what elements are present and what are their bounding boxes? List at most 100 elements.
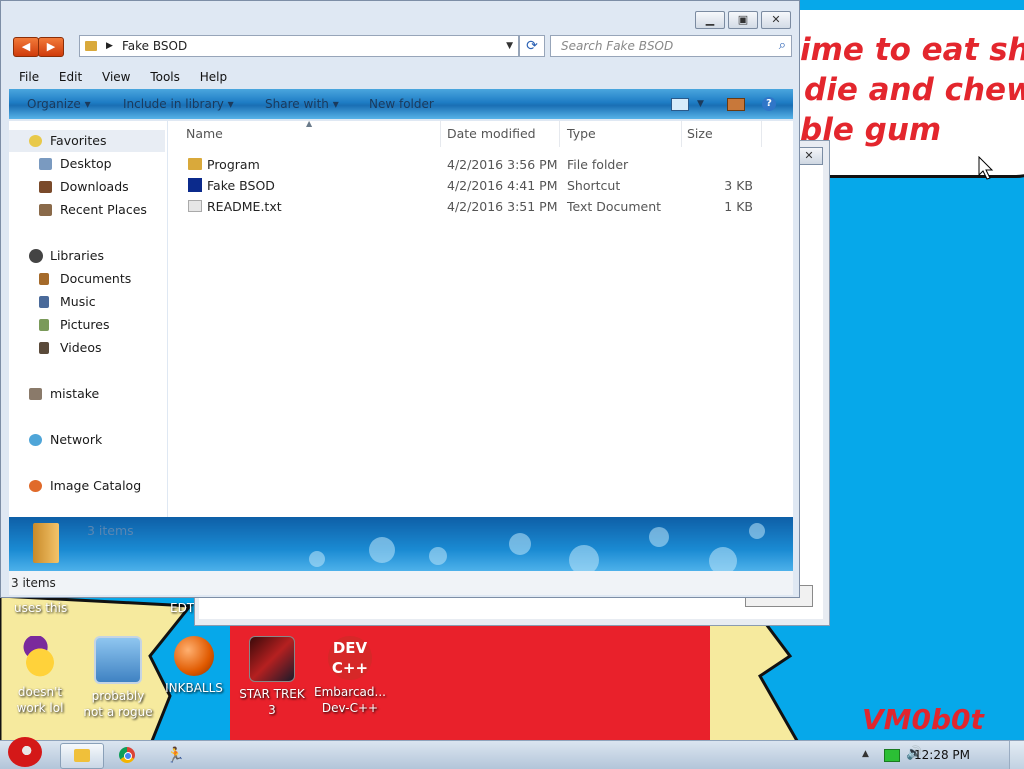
star-trek-game-icon	[249, 636, 295, 682]
downloads-icon	[39, 181, 52, 193]
include-in-library-button[interactable]: Include in library ▾	[123, 89, 234, 119]
explorer-icon	[74, 749, 90, 762]
recent-places-icon	[39, 204, 52, 216]
speech-line-3: ble gum	[800, 112, 942, 148]
nav-recent-places[interactable]: Recent Places	[9, 199, 165, 221]
address-text: Fake BSOD	[122, 39, 188, 53]
column-header-name[interactable]: Name	[186, 121, 441, 147]
network-icon	[29, 434, 42, 446]
clock[interactable]: 12:28 PM	[914, 741, 970, 769]
address-dropdown-icon[interactable]: ▼	[506, 36, 513, 56]
column-header-type[interactable]: Type	[567, 121, 682, 147]
nav-label: Favorites	[50, 133, 107, 148]
desktop-icon-devcpp[interactable]: DEV C++ Embarcad... Dev-C++	[310, 636, 390, 716]
new-folder-button[interactable]: New folder	[369, 89, 434, 119]
address-bar[interactable]: ▶ Fake BSOD ▼	[79, 35, 519, 57]
column-header-date[interactable]: Date modified	[447, 121, 560, 147]
start-button[interactable]	[2, 737, 50, 767]
nav-image-catalog[interactable]: Image Catalog	[9, 475, 165, 497]
image-catalog-icon	[29, 480, 42, 492]
close-button[interactable]: ✕	[761, 11, 791, 29]
nav-label: Image Catalog	[50, 478, 142, 493]
file-date: 4/2/2016 4:41 PM	[447, 178, 558, 193]
nav-label: Recent Places	[60, 202, 147, 217]
network-tray-icon[interactable]	[884, 749, 900, 762]
taskbar-chrome-button[interactable]	[110, 743, 144, 767]
refresh-icon: ⟳	[526, 38, 538, 54]
folder-large-icon	[33, 523, 59, 563]
speech-line-1: ime to eat shit	[800, 32, 1024, 68]
icon-label: work lol	[16, 701, 64, 715]
nav-mistake[interactable]: mistake	[9, 383, 165, 405]
file-type: Shortcut	[567, 178, 621, 193]
column-header-size[interactable]: Size	[687, 121, 762, 147]
yahoo-icon	[18, 636, 62, 680]
dev-cpp-icon: DEV C++	[328, 636, 372, 680]
icon-label: INKBALLS	[165, 681, 223, 695]
mouse-cursor-icon	[978, 156, 994, 180]
search-icon[interactable]: ⌕	[779, 36, 786, 56]
view-options-icon[interactable]	[671, 98, 689, 111]
minimize-button[interactable]: ▁	[695, 11, 725, 29]
taskbar-explorer-button[interactable]	[60, 743, 104, 769]
nav-desktop[interactable]: Desktop	[9, 153, 165, 175]
taskbar: 🏃 ▲ 🔊 12:28 PM	[0, 737, 1024, 769]
file-row-readme[interactable]: README.txt 4/2/2016 3:51 PM Text Documen…	[168, 196, 788, 217]
file-name: Fake BSOD	[207, 178, 275, 193]
running-man-icon: 🏃	[166, 746, 185, 764]
nav-music[interactable]: Music	[9, 291, 165, 313]
taskbar-app-button[interactable]: 🏃	[152, 743, 196, 767]
show-desktop-button[interactable]	[1009, 741, 1024, 769]
forward-button[interactable]: ▶	[38, 37, 64, 57]
music-icon	[39, 296, 49, 308]
nav-label: mistake	[50, 386, 100, 401]
menu-edit[interactable]: Edit	[59, 70, 82, 84]
nav-videos[interactable]: Videos	[9, 337, 165, 359]
shortcut-icon	[188, 178, 202, 192]
share-with-button[interactable]: Share with ▾	[265, 89, 339, 119]
pictures-icon	[39, 319, 49, 331]
command-bar: Organize ▾ Include in library ▾ Share wi…	[9, 89, 793, 119]
maximize-button[interactable]: ▣	[728, 11, 758, 29]
desktop-icon-inkballs[interactable]: INKBALLS	[154, 636, 234, 696]
breadcrumb-arrow-icon: ▶	[106, 41, 113, 51]
icon-label: 3	[268, 703, 276, 717]
nav-label: Downloads	[60, 179, 129, 194]
nav-libraries[interactable]: Libraries	[9, 245, 165, 267]
file-date: 4/2/2016 3:56 PM	[447, 157, 558, 172]
file-name: Program	[207, 157, 260, 172]
chrome-center-dot	[124, 752, 132, 760]
nav-favorites[interactable]: Favorites	[9, 130, 165, 152]
documents-icon	[39, 273, 49, 285]
folder-icon	[188, 158, 202, 170]
nav-label: Music	[60, 294, 96, 309]
menu-help[interactable]: Help	[200, 70, 227, 84]
nav-network[interactable]: Network	[9, 429, 165, 451]
nav-label: Desktop	[60, 156, 112, 171]
desktop-icon-rogue[interactable]: probably not a rogue	[78, 636, 158, 720]
status-text: 3 items	[11, 576, 56, 590]
back-button[interactable]: ◀	[13, 37, 39, 57]
menu-file[interactable]: File	[19, 70, 39, 84]
menu-view[interactable]: View	[102, 70, 130, 84]
desktop-icon-star-trek[interactable]: STAR TREK 3	[232, 636, 312, 718]
file-row-program[interactable]: Program 4/2/2016 3:56 PM File folder	[168, 154, 788, 175]
nav-documents[interactable]: Documents	[9, 268, 165, 290]
desktop-icon-yahoo[interactable]: doesn't work lol	[0, 636, 80, 716]
nav-pictures[interactable]: Pictures	[9, 314, 165, 336]
organize-button[interactable]: Organize ▾	[27, 89, 91, 119]
nav-downloads[interactable]: Downloads	[9, 176, 165, 198]
menu-bar: File Edit View Tools Help	[9, 67, 793, 87]
preview-pane-icon[interactable]	[727, 98, 745, 111]
icon-label: probably	[91, 689, 145, 703]
ball-icon	[174, 636, 214, 676]
file-row-fake-bsod[interactable]: Fake BSOD 4/2/2016 4:41 PM Shortcut 3 KB	[168, 175, 788, 196]
file-type: Text Document	[567, 199, 662, 214]
menu-tools[interactable]: Tools	[150, 70, 180, 84]
refresh-button[interactable]: ⟳	[519, 35, 545, 57]
help-icon[interactable]: ?	[762, 97, 776, 111]
search-input[interactable]: Search Fake BSOD ⌕	[550, 35, 792, 57]
show-hidden-icons-icon[interactable]: ▲	[862, 749, 869, 759]
view-dropdown-icon[interactable]: ▼	[697, 89, 704, 119]
user-icon	[29, 388, 42, 400]
